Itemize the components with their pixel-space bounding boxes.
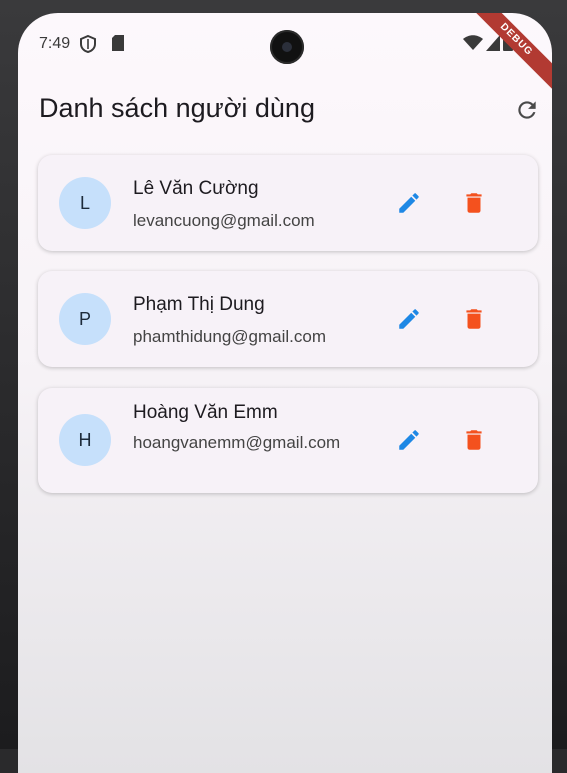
app-screen: 7:49 DEBUG Danh sách người dùng L Lê Văn… <box>18 13 552 773</box>
page-title: Danh sách người dùng <box>39 93 315 123</box>
status-time: 7:49 <box>39 35 71 52</box>
user-name: Phạm Thị Dung <box>133 294 265 315</box>
avatar: L <box>59 177 111 229</box>
delete-icon[interactable] <box>461 306 487 332</box>
debug-banner: DEBUG <box>460 13 552 96</box>
refresh-icon[interactable] <box>514 97 540 123</box>
edit-icon[interactable] <box>396 190 422 216</box>
shield-icon <box>80 35 96 53</box>
edit-icon[interactable] <box>396 427 422 453</box>
edit-icon[interactable] <box>396 306 422 332</box>
wifi-icon <box>463 35 483 50</box>
user-card[interactable]: H Hoàng Văn Emm hoangvanemm@gmail.com <box>38 388 538 493</box>
user-email: phamthidung@gmail.com <box>133 327 327 346</box>
status-bar: 7:49 DEBUG <box>18 13 552 96</box>
user-name: Lê Văn Cường <box>133 178 259 199</box>
user-email: levancuong@gmail.com <box>133 211 315 230</box>
user-card[interactable]: L Lê Văn Cường levancuong@gmail.com <box>38 155 538 251</box>
delete-icon[interactable] <box>461 427 487 453</box>
user-email: hoangvanemm@gmail.com <box>133 433 341 452</box>
user-name: Hoàng Văn Emm <box>133 402 278 423</box>
user-card[interactable]: P Phạm Thị Dung phamthidung@gmail.com <box>38 271 538 367</box>
avatar: H <box>59 414 111 466</box>
avatar: P <box>59 293 111 345</box>
delete-icon[interactable] <box>461 190 487 216</box>
signal-icon <box>486 35 500 51</box>
front-camera <box>270 30 304 64</box>
sd-card-icon <box>112 35 124 51</box>
